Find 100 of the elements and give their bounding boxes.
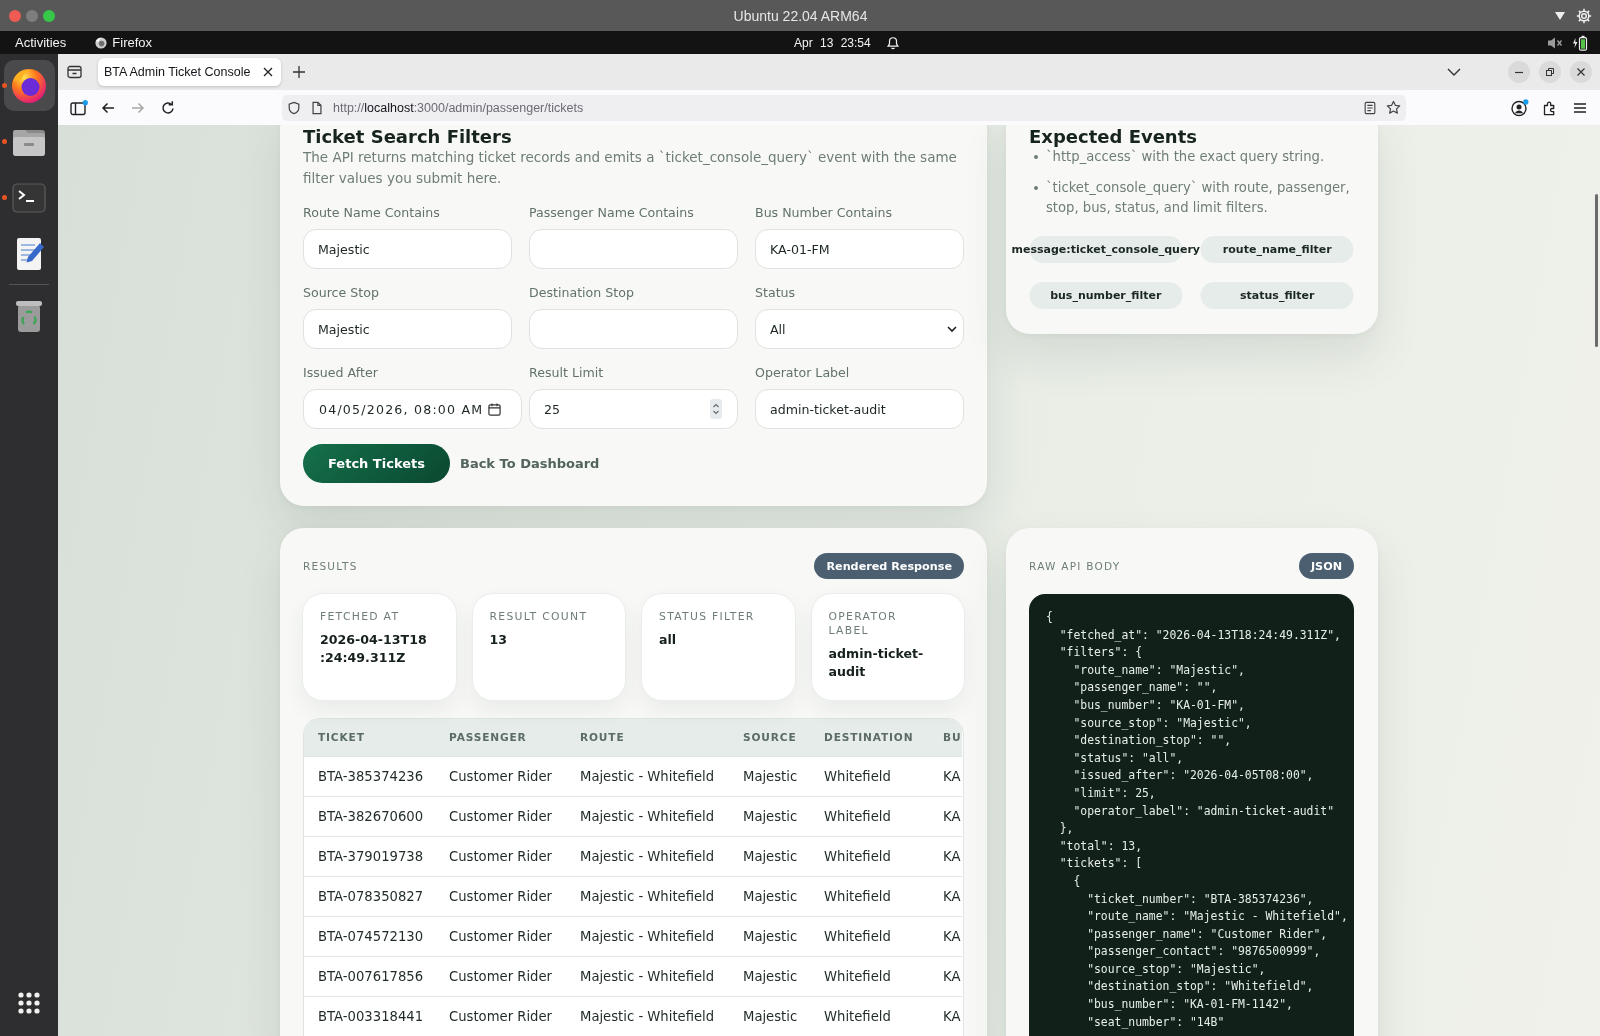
table-cell: Customer Rider <box>435 996 566 1036</box>
table-cell: Whitefield <box>810 996 929 1036</box>
table-cell: BTA-007617856 <box>304 956 435 996</box>
table-cell: Majestic <box>729 796 810 836</box>
stat-value: 13 <box>489 631 509 649</box>
close-icon[interactable] <box>263 67 273 77</box>
list-item-text: `ticket_console_query` with route, passenger, stop, bus, status, and limit filters. <box>1046 178 1351 217</box>
reload-icon[interactable] <box>160 99 176 116</box>
scrollbar[interactable] <box>1595 194 1598 347</box>
page-icon[interactable] <box>310 100 324 115</box>
dock-item[interactable] <box>3 60 55 111</box>
table-cell: KA <box>929 876 962 916</box>
table-cell: Customer Rider <box>435 836 566 876</box>
table-cell: BTA-074572130 <box>304 916 435 956</box>
window-title: Ubuntu 22.04 ARM64 <box>733 7 868 24</box>
table-cell: Majestic - Whitefield <box>566 956 729 996</box>
calendar-icon[interactable] <box>488 402 502 416</box>
tab-list-icon[interactable] <box>66 64 84 80</box>
table-cell: Majestic <box>729 916 810 956</box>
dropdown-triangle-icon[interactable] <box>1555 11 1565 20</box>
table-cell: KA <box>929 996 962 1036</box>
table-cell: KA <box>929 956 962 996</box>
settings-icon[interactable] <box>1576 7 1592 24</box>
notification-bell-icon[interactable] <box>885 35 900 50</box>
table-cell: Customer Rider <box>435 876 566 916</box>
column-header: PASSENGER <box>435 719 566 756</box>
shield-icon[interactable] <box>287 100 301 115</box>
stat-label: FETCHED AT <box>320 610 401 624</box>
table-cell: Majestic - Whitefield <box>566 996 729 1036</box>
table-cell: BTA-003318441 <box>304 996 435 1036</box>
table-cell: Majestic <box>729 836 810 876</box>
response-badge: Rendered Response <box>814 553 964 579</box>
input-field[interactable]: Majestic <box>303 229 512 269</box>
address-bar[interactable]: http://localhost:3000/admin/passenger/tickets <box>282 94 1406 121</box>
battery-icon[interactable] <box>1572 34 1588 51</box>
input-field[interactable] <box>529 309 738 349</box>
browser-tab[interactable]: BTA Admin Ticket Console <box>98 58 281 86</box>
field-label: Operator Label <box>755 365 851 381</box>
window-maximize-icon[interactable] <box>43 9 55 22</box>
restore-icon[interactable] <box>1539 61 1561 83</box>
fetch-button[interactable]: Fetch Tickets <box>303 444 450 483</box>
stat-value: admin-ticket-audit <box>828 645 925 681</box>
table-cell: Majestic <box>729 756 810 796</box>
new-tab-icon[interactable] <box>293 66 305 78</box>
input-field[interactable] <box>529 229 738 269</box>
sidebar-icon[interactable] <box>70 99 88 116</box>
spinner-icon[interactable] <box>710 399 722 419</box>
list-item-text: `http_access` with the exact query string. <box>1046 148 1325 166</box>
column-header: TICKET <box>304 719 435 756</box>
stat-label: STATUS FILTER <box>659 610 756 624</box>
volume-muted-icon[interactable] <box>1547 35 1563 50</box>
input-field[interactable]: admin-ticket-audit <box>755 389 964 429</box>
event-tag: bus_number_filter <box>1029 281 1183 309</box>
table-cell: Customer Rider <box>435 916 566 956</box>
section-label: RESULTS <box>303 560 358 572</box>
column-header: DESTINATION <box>810 719 929 756</box>
number-field[interactable]: 25 <box>529 389 738 429</box>
bookmark-star-icon[interactable] <box>1386 100 1401 115</box>
table-cell: Whitefield <box>810 876 929 916</box>
event-tag: status_filter <box>1200 281 1354 309</box>
app-grid-icon[interactable] <box>18 991 40 1014</box>
column-header: SOURCE <box>729 719 810 756</box>
bullet-icon <box>1034 155 1038 159</box>
chevron-down-icon[interactable] <box>1447 68 1461 76</box>
clock[interactable]: Apr 13 23:54 <box>794 35 871 50</box>
back-link[interactable]: Back To Dashboard <box>459 456 600 471</box>
bullet-icon <box>1034 185 1038 190</box>
close-icon[interactable] <box>1570 61 1592 83</box>
field-label: Source Stop <box>303 285 380 301</box>
field-label: Passenger Name Contains <box>529 205 695 221</box>
input-field[interactable]: KA-01-FM <box>755 229 964 269</box>
date-time-field[interactable]: 04/05/2026, 08:00 AM <box>303 389 522 429</box>
app-menu-button[interactable]: Firefox <box>95 35 153 50</box>
table-cell: BTA-385374236 <box>304 756 435 796</box>
table-cell: Majestic - Whitefield <box>566 836 729 876</box>
stat-label: RESULT COUNT <box>489 610 589 624</box>
panel-heading: Ticket Search Filters <box>303 126 513 147</box>
field-label: Result Limit <box>529 365 605 381</box>
format-badge: JSON <box>1298 553 1354 579</box>
table-cell: Customer Rider <box>435 956 566 996</box>
activities-button[interactable]: Activities <box>15 35 67 50</box>
field-label: Destination Stop <box>529 285 635 301</box>
reader-view-icon[interactable] <box>1363 100 1377 115</box>
field-label: Bus Number Contains <box>755 205 893 221</box>
browser-icon <box>95 36 108 49</box>
table-cell: Whitefield <box>810 796 929 836</box>
table-cell: BTA-078350827 <box>304 876 435 916</box>
table-cell: Whitefield <box>810 916 929 956</box>
stat-label: OPERATOR LABEL <box>828 610 898 638</box>
input-field[interactable]: Majestic <box>303 309 512 349</box>
account-icon[interactable] <box>1511 98 1529 117</box>
panel-description: The API returns matching ticket records and emits a `ticket_console_query` event with the same filter values you submit here. <box>303 148 958 188</box>
table-cell: Majestic <box>729 956 810 996</box>
table-cell: KA <box>929 916 962 956</box>
table-cell: Majestic <box>729 876 810 916</box>
chevron-down-icon <box>947 325 957 333</box>
stat-value: all <box>659 631 678 649</box>
code-block: { "fetched_at": "2026-04-13T18:24:49.311Z", "filters": { "route_name": "Majestic", "passenger_name": "", "bus_number": "KA-01-FM", "source_stop": "Majestic", "destination_stop": "", "status": "all", "issued_after": "2026-04-05T08:00", "limit": 25, "operator_label": "admin-ticket-audit" }, "total": 13, "tickets": [ { "ticket_number": "BTA-385374236", "route_name": "Majestic - Whitefield", "passenger_name": "Customer Rider", "passenger_contact": "9876500999", "source_stop": "Majestic", "destination_stop": "Whitefield", "bus_number": "KA-01-FM-1142", "seat_number": "14B" <box>1029 594 1354 1036</box>
table-cell: Majestic <box>729 996 810 1036</box>
select-field[interactable]: All <box>755 309 964 349</box>
